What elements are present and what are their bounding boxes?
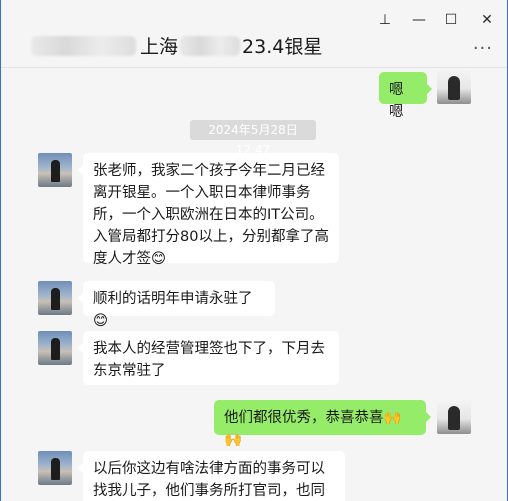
title-bar: 上海 23.4银星 ⊥ — ☐ ✕ ··· xyxy=(1,0,507,68)
chat-title-suffix: 23.4银星 xyxy=(242,36,323,58)
message-bubble-contact[interactable]: 张老师，我家二个孩子今年二月已经离开银星。一个入职日本律师事务所，一个入职欧洲在… xyxy=(78,153,339,267)
avatar-contact[interactable] xyxy=(38,451,72,485)
message-bubble-contact[interactable]: 我本人的经营管理签也下了，下月去东京常驻了 xyxy=(78,331,339,385)
avatar-contact[interactable] xyxy=(38,153,72,187)
avatar-self[interactable] xyxy=(437,400,471,434)
message-text: 我本人的经营管理签也下了，下月去东京常驻了 xyxy=(93,341,325,379)
redacted-name xyxy=(180,35,241,56)
message-bubble-self[interactable]: 嗯嗯 xyxy=(379,72,432,120)
message-bubble-contact[interactable]: 顺利的话明年申请永驻了😊 xyxy=(78,281,275,329)
chat-title-middle: 上海 xyxy=(140,36,179,58)
avatar-contact[interactable] xyxy=(38,331,72,365)
close-button[interactable]: ✕ xyxy=(477,12,497,28)
message-text: 嗯嗯 xyxy=(389,82,404,120)
more-options-icon[interactable]: ··· xyxy=(473,38,493,59)
avatar-self[interactable] xyxy=(437,70,471,104)
message-timestamp: 2024年5月28日 12:47 xyxy=(190,120,316,157)
avatar-contact[interactable] xyxy=(38,281,72,315)
message-bubble-self[interactable]: 他们都很优秀，恭喜恭喜🙌🙌 xyxy=(214,400,431,448)
redacted-name xyxy=(31,35,136,56)
minimize-button[interactable]: — xyxy=(409,12,429,28)
chat-title: 上海 23.4银星 xyxy=(31,32,322,59)
message-text: 他们都很优秀，恭喜恭喜🙌🙌 xyxy=(224,410,402,448)
message-text: 顺利的话明年申请永驻了😊 xyxy=(93,291,253,329)
pin-icon[interactable]: ⊥ xyxy=(375,12,395,28)
maximize-button[interactable]: ☐ xyxy=(441,12,461,28)
chat-window: 上海 23.4银星 ⊥ — ☐ ✕ ··· 嗯嗯 2024年5月28日 12:4… xyxy=(0,0,508,501)
message-text: 张老师，我家二个孩子今年二月已经离开银星。一个入职日本律师事务所，一个入职欧洲在… xyxy=(93,163,329,267)
message-text: 以后你这边有啥法律方面的事务可以找我儿子，他们事务所打官司，也同时帮 xyxy=(93,461,325,499)
message-bubble-contact[interactable]: 以后你这边有啥法律方面的事务可以找我儿子，他们事务所打官司，也同时帮 xyxy=(78,451,345,501)
